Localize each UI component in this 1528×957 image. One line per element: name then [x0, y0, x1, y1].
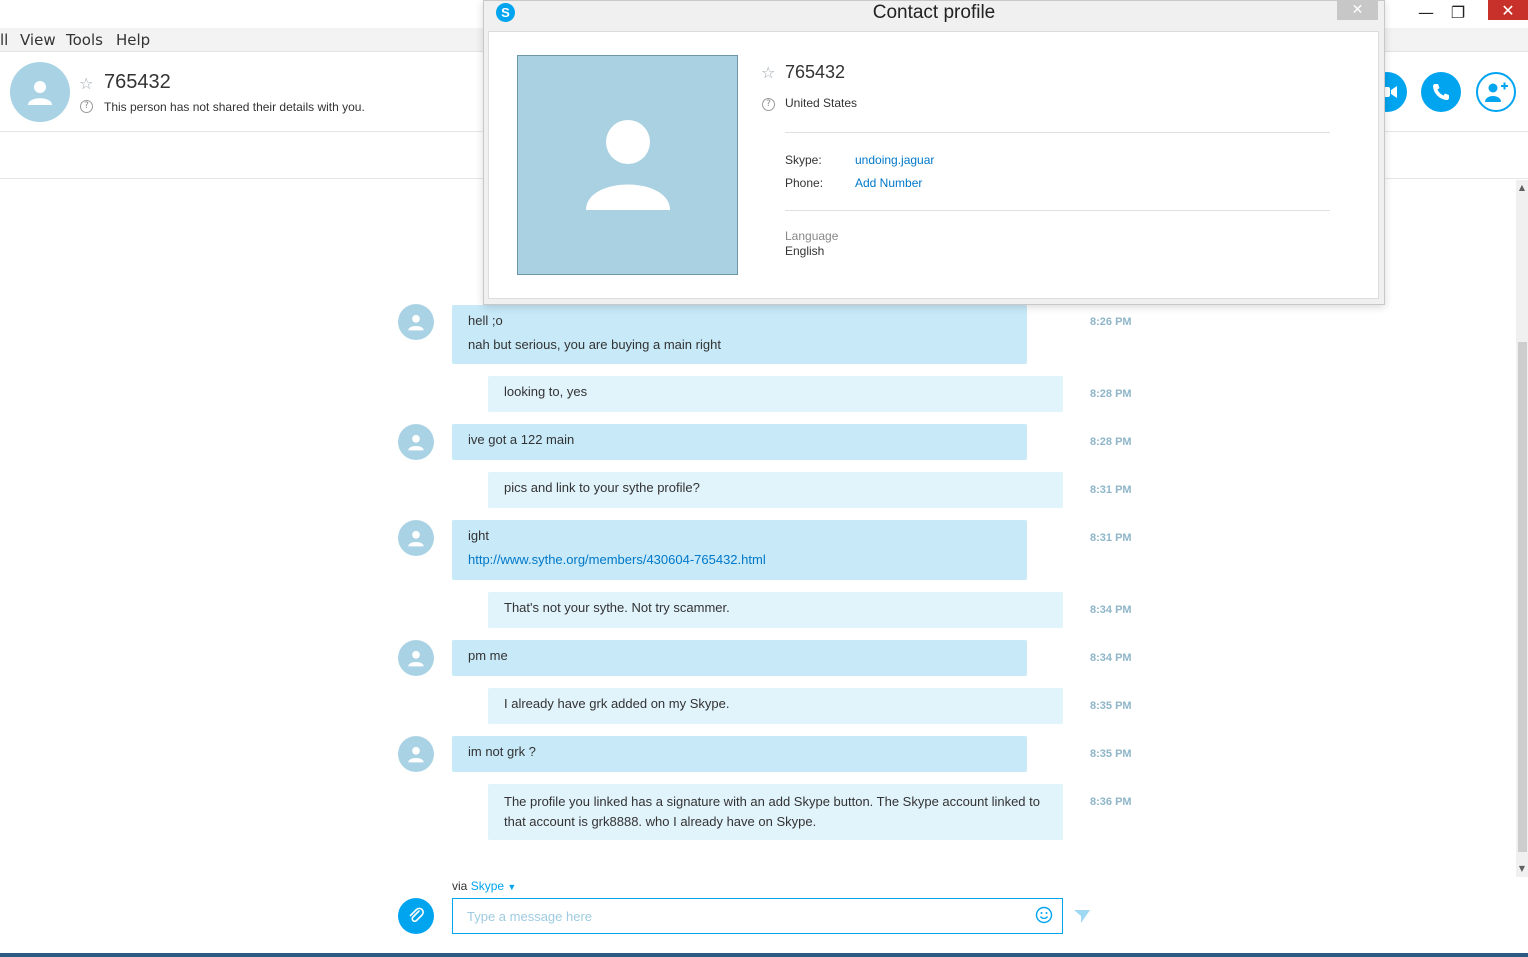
via-service-name[interactable]: Skype	[471, 879, 504, 893]
menu-item-call[interactable]: ll	[0, 31, 8, 49]
message-composer	[452, 898, 1063, 934]
message-bubble[interactable]: ive got a 122 main	[452, 424, 1027, 460]
message-text: pm me	[468, 648, 508, 663]
message-text: that account is grk8888. who I already h…	[504, 814, 817, 829]
scroll-down-arrow-icon[interactable]: ▼	[1516, 862, 1528, 876]
message-bubble[interactable]: pm me	[452, 640, 1027, 676]
dialog-close-button[interactable]: ✕	[1337, 1, 1378, 20]
message-link[interactable]: http://www.sythe.org/members/430604-7654…	[468, 548, 1011, 572]
sender-avatar[interactable]	[398, 304, 434, 340]
paperclip-icon	[409, 907, 424, 923]
message-time: 8:35 PM	[1090, 700, 1132, 712]
skype-label: Skype:	[785, 153, 822, 167]
skype-name-value[interactable]: undoing.jaguar	[855, 153, 934, 167]
person-icon	[408, 746, 424, 763]
profile-panel: ☆ 765432 ? United States Skype: undoing.…	[488, 31, 1379, 299]
add-person-icon	[1485, 82, 1508, 102]
sender-avatar[interactable]	[398, 520, 434, 556]
question-icon: ?	[762, 98, 775, 111]
message-bubble[interactable]: pics and link to your sythe profile?	[488, 472, 1063, 508]
contact-status: This person has not shared their details…	[104, 100, 365, 114]
send-icon[interactable]	[1073, 907, 1091, 925]
message-time: 8:34 PM	[1090, 652, 1132, 664]
via-label: via	[452, 879, 468, 893]
divider	[785, 210, 1330, 211]
divider	[785, 132, 1330, 133]
message-time: 8:34 PM	[1090, 604, 1132, 616]
message-time: 8:31 PM	[1090, 484, 1132, 496]
person-icon	[408, 314, 424, 331]
message-text: im not grk ?	[468, 744, 536, 759]
message-bubble[interactable]: That's not your sythe. Not try scammer.	[488, 592, 1063, 628]
add-contact-button[interactable]	[1476, 72, 1516, 112]
message-text: pics and link to your sythe profile?	[504, 480, 700, 495]
phone-icon	[1433, 84, 1449, 100]
message-time: 8:36 PM	[1090, 796, 1132, 808]
message-text: I already have grk added on my Skype.	[504, 696, 730, 711]
message-time: 8:35 PM	[1090, 748, 1132, 760]
message-bubble[interactable]: The profile you linked has a signature w…	[488, 784, 1063, 840]
sender-avatar[interactable]	[398, 640, 434, 676]
profile-name: 765432	[785, 62, 846, 82]
scroll-up-arrow-icon[interactable]: ▲	[1516, 181, 1528, 195]
person-icon	[408, 434, 424, 451]
dialog-title: Contact profile	[872, 2, 996, 23]
via-service-selector[interactable]: via Skype ▼	[452, 879, 516, 893]
phone-label: Phone:	[785, 176, 824, 190]
message-text: ight	[468, 528, 489, 543]
message-text: nah but serious, you are buying a main r…	[468, 337, 721, 352]
sender-avatar[interactable]	[398, 424, 434, 460]
message-bubble[interactable]: ight http://www.sythe.org/members/430604…	[452, 520, 1027, 580]
message-time: 8:31 PM	[1090, 532, 1132, 544]
taskbar-strip	[0, 953, 1528, 957]
message-bubble[interactable]: looking to, yes	[488, 376, 1063, 412]
message-time: 8:26 PM	[1090, 316, 1132, 328]
person-icon	[585, 120, 670, 210]
message-text: hell ;o	[468, 313, 503, 328]
message-text: That's not your sythe. Not try scammer.	[504, 600, 730, 615]
close-window-button[interactable]: ✕	[1488, 0, 1528, 20]
profile-location: United States	[785, 96, 858, 110]
language-label: Language	[785, 229, 839, 243]
person-icon	[28, 81, 52, 105]
message-time: 8:28 PM	[1090, 436, 1132, 448]
favorite-star-icon[interactable]: ☆	[79, 74, 93, 93]
message-bubble[interactable]: im not grk ?	[452, 736, 1027, 772]
message-bubble[interactable]: hell ;o nah but serious, you are buying …	[452, 305, 1027, 364]
sender-avatar[interactable]	[398, 736, 434, 772]
chevron-down-icon[interactable]: ▼	[507, 882, 516, 892]
question-icon: ?	[80, 100, 93, 113]
person-icon	[408, 530, 424, 547]
menu-item-help[interactable]: Help	[116, 31, 150, 49]
add-number-link[interactable]: Add Number	[855, 176, 922, 190]
favorite-star-icon[interactable]: ☆	[761, 63, 775, 82]
language-value: English	[785, 244, 825, 258]
message-text: The profile you linked has a signature w…	[504, 794, 1040, 809]
scrollbar-thumb[interactable]	[1518, 342, 1527, 852]
skype-window: — ❐ ✕ ll View Tools Help ☆ 765432 ? This…	[0, 0, 1528, 957]
menu-item-view[interactable]: View	[20, 31, 56, 49]
profile-picture	[517, 55, 738, 275]
contact-name[interactable]: 765432	[104, 71, 171, 94]
message-text: looking to, yes	[504, 384, 588, 399]
emoticon-icon[interactable]	[1035, 906, 1053, 924]
message-time: 8:28 PM	[1090, 388, 1132, 400]
message-text: ive got a 122 main	[468, 432, 575, 447]
attach-button[interactable]	[398, 898, 434, 934]
message-input[interactable]	[467, 905, 1027, 927]
maximize-button[interactable]: ❐	[1438, 0, 1478, 24]
message-bubble[interactable]: I already have grk added on my Skype.	[488, 688, 1063, 724]
person-icon	[408, 650, 424, 667]
menu-item-tools[interactable]: Tools	[66, 31, 103, 49]
contact-avatar[interactable]	[10, 62, 70, 122]
audio-call-button[interactable]	[1421, 72, 1461, 112]
contact-profile-dialog: S Contact profile ✕ ☆ 765432 ? United St…	[483, 0, 1385, 305]
